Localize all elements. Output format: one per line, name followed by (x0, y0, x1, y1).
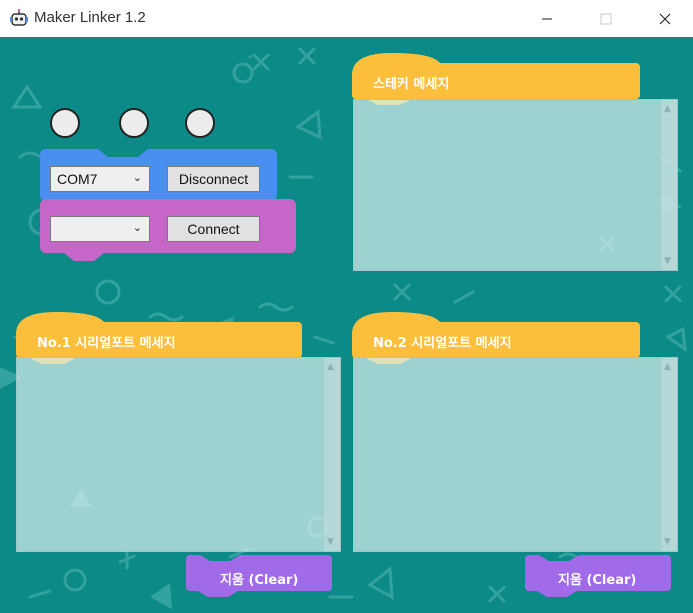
serial1-panel-title: No.1 시리얼포트 메세지 (37, 336, 176, 351)
port2-select[interactable]: ⌄ (50, 216, 150, 242)
clear-left-label: 지움 (Clear) (220, 573, 299, 588)
minimize-button[interactable] (524, 0, 570, 37)
title-bar: Maker Linker 1.2 (0, 0, 693, 37)
sticker-message-area[interactable]: ▲ ▼ (353, 99, 678, 271)
clear-right-label: 지움 (Clear) (558, 573, 637, 588)
serial1-scrollbar[interactable]: ▲ ▼ (323, 358, 340, 551)
status-led-1 (50, 108, 80, 138)
port1-select[interactable]: COM7 ⌄ (50, 166, 150, 192)
sticker-panel-title: 스테커 메세지 (373, 77, 450, 92)
minimize-icon (542, 18, 552, 19)
maximize-icon (600, 13, 612, 24)
serial1-message-area[interactable]: ▲ ▼ (16, 357, 341, 552)
robot-app-icon (10, 8, 28, 26)
scroll-down-icon[interactable]: ▼ (664, 537, 671, 547)
serial2-message-area[interactable]: ▲ ▼ (353, 357, 678, 552)
port1-select-value: COM7 (57, 171, 98, 187)
scroll-up-icon[interactable]: ▲ (664, 104, 671, 114)
close-icon (659, 13, 671, 24)
scroll-up-icon[interactable]: ▲ (327, 362, 334, 372)
clear-button-right[interactable]: 지움 (Clear) (525, 555, 673, 601)
serial2-scrollbar[interactable]: ▲ ▼ (660, 358, 677, 551)
sticker-scrollbar[interactable]: ▲ ▼ (660, 100, 677, 270)
clear-button-left[interactable]: 지움 (Clear) (186, 555, 334, 601)
status-led-3 (185, 108, 215, 138)
window-title: Maker Linker 1.2 (34, 9, 146, 26)
port2-block: ⌄ Connect (40, 199, 298, 269)
chevron-down-icon: ⌄ (132, 172, 142, 184)
main-canvas: COM7 ⌄ Disconnect ⌄ Connect 스테커 메세지 ▲ ▼ (0, 37, 693, 613)
chevron-down-icon: ⌄ (132, 222, 142, 234)
status-led-2 (119, 108, 149, 138)
scroll-up-icon[interactable]: ▲ (664, 362, 671, 372)
maximize-button[interactable] (583, 0, 629, 37)
close-button[interactable] (642, 0, 688, 37)
scroll-down-icon[interactable]: ▼ (327, 537, 334, 547)
serial2-panel-title: No.2 시리얼포트 메세지 (373, 336, 512, 351)
disconnect-button[interactable]: Disconnect (167, 166, 260, 192)
connect-button[interactable]: Connect (167, 216, 260, 242)
scroll-down-icon[interactable]: ▼ (664, 256, 671, 266)
